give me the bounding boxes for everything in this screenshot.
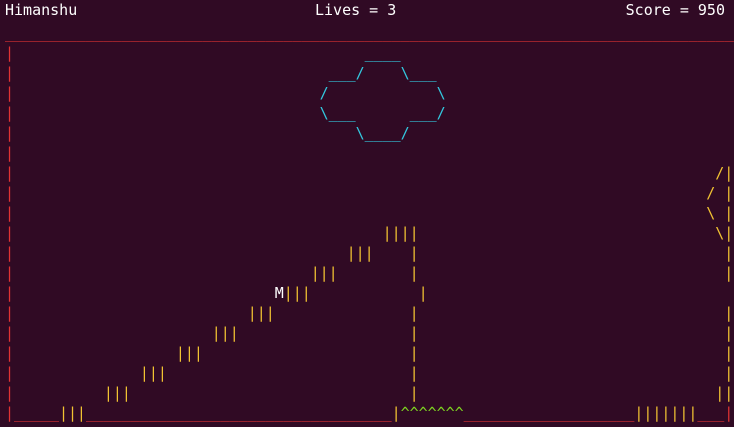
- stair-segment: /|: [14, 164, 734, 182]
- wall-segment: |: [410, 124, 734, 142]
- wall-segment: |: [5, 224, 14, 242]
- stair-segment: |: [391, 404, 401, 422]
- board-row: | |: [5, 143, 734, 163]
- stair-segment: ||| | |: [14, 264, 734, 282]
- board-row: ________________________________________…: [5, 23, 734, 43]
- stair-segment: ||| | |: [14, 304, 734, 322]
- stair-segment: |||: [58, 404, 86, 422]
- wall-segment: ________________________________________…: [5, 24, 734, 42]
- wall-segment: __________________________________: [85, 404, 392, 422]
- lives-counter: Lives = 3: [315, 1, 397, 19]
- stair-segment: ||| | |: [283, 284, 734, 302]
- cloud-segment: \___ ___/: [14, 104, 446, 122]
- wall-segment: |: [5, 64, 14, 82]
- board-row: | / \ |: [5, 83, 734, 103]
- wall-segment: |: [446, 84, 734, 102]
- wall-segment: |: [5, 264, 14, 282]
- stair-segment: |||||||: [634, 404, 698, 422]
- wall-segment: |: [5, 304, 14, 322]
- wall-segment: |: [5, 324, 14, 342]
- wall-segment: |: [5, 84, 14, 102]
- board-row: | M||| | | |: [5, 283, 734, 303]
- board-row: | ||| | | |: [5, 343, 734, 363]
- board-row: | /| |: [5, 163, 734, 183]
- wall-segment: ___________________: [463, 404, 635, 422]
- cloud-segment: \____/: [14, 124, 410, 142]
- board-row: | |||| \| |: [5, 223, 734, 243]
- player-marker: M: [14, 284, 284, 302]
- game-terminal: Himanshu Lives = 3 Score = 950 _________…: [0, 0, 734, 427]
- wall-segment: |: [446, 104, 734, 122]
- wall-segment: |: [5, 144, 14, 162]
- cloud-segment: ___/ \___: [14, 64, 437, 82]
- board-row: | \ | |: [5, 203, 734, 223]
- stair-segment: / |: [14, 184, 734, 202]
- wall-segment: |: [5, 184, 14, 202]
- wall-segment: |: [5, 104, 14, 122]
- cloud-segment: ____: [14, 44, 401, 62]
- board-row: | \___ ___/ |: [5, 103, 734, 123]
- wall-segment: |: [5, 204, 14, 222]
- stair-segment: ||| | |: [14, 324, 734, 342]
- board-row: | ||| | | |: [5, 363, 734, 383]
- wall-segment: |: [5, 244, 14, 262]
- wall-segment: |: [437, 64, 734, 82]
- wall-segment: |: [5, 44, 14, 62]
- board-row: | ___/ \___ |: [5, 63, 734, 83]
- board-row: | ||| | ||| |: [5, 383, 734, 403]
- stair-segment: \ |: [14, 204, 734, 222]
- wall-segment: |: [5, 344, 14, 362]
- board-row: | ||| | | |: [5, 243, 734, 263]
- stair-segment: ||| | |: [14, 244, 734, 262]
- wall-segment: |: [401, 44, 734, 62]
- wall-segment: |: [5, 164, 14, 182]
- wall-segment: |: [5, 124, 14, 142]
- board-row: | ||| | | |: [5, 263, 734, 283]
- wall-segment: |: [5, 364, 14, 382]
- cloud-segment: / \: [14, 84, 446, 102]
- board-row: | ||| | | |: [5, 303, 734, 323]
- board-row: | / | |: [5, 183, 734, 203]
- spike-segment: ^^^^^^^: [400, 404, 464, 422]
- board-row: | \____/ |: [5, 123, 734, 143]
- board-row: | ||| | | |: [5, 323, 734, 343]
- score-counter: Score = 950: [625, 1, 725, 19]
- wall-segment: |: [5, 384, 14, 402]
- wall-segment: |: [14, 144, 734, 162]
- board-row: |_____|||_______________________________…: [5, 403, 733, 423]
- stair-segment: ||| | |: [14, 364, 734, 382]
- wall-segment: ___|: [697, 404, 734, 422]
- wall-segment: |_____: [5, 404, 59, 422]
- board-row: | ____ |: [5, 43, 734, 63]
- player-name: Himanshu: [5, 1, 78, 19]
- stair-segment: ||| | |: [14, 344, 734, 362]
- wall-segment: |: [5, 284, 14, 302]
- stair-segment: ||| | |||: [14, 384, 734, 402]
- stair-segment: |||| \|: [14, 224, 734, 242]
